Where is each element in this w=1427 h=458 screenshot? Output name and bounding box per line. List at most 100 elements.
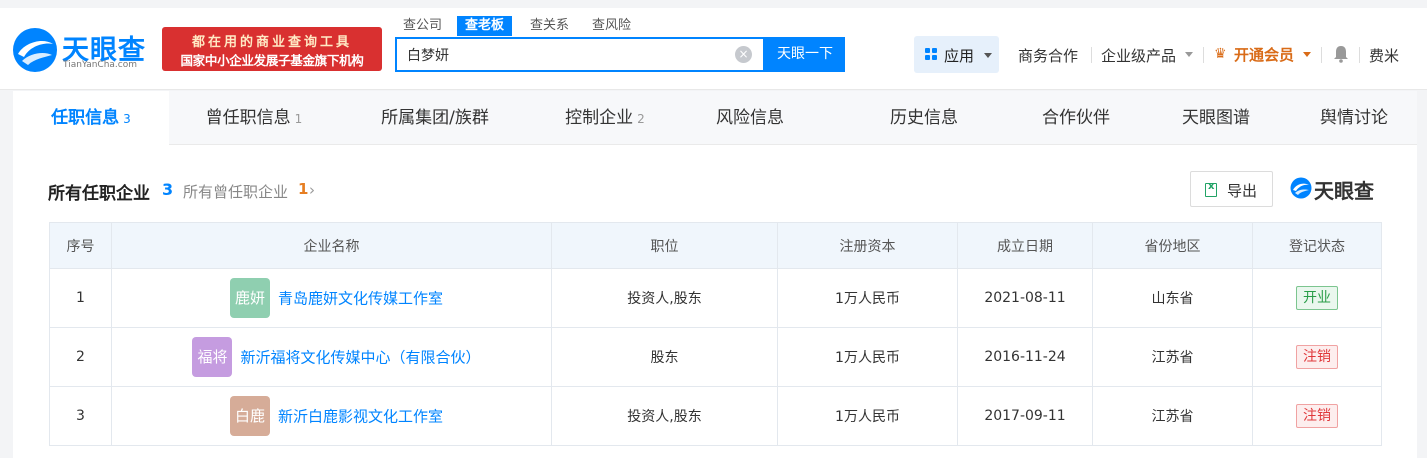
company-cell: 福将 新沂福将文化传媒中心（有限合伙） [111, 327, 552, 387]
tab-label: 合作伙伴 [1042, 108, 1110, 128]
site-logo[interactable]: 天眼查 TianYanCha.com [12, 27, 157, 73]
tab-controlled[interactable]: 控制企业 2 [525, 91, 685, 145]
logo-eye-icon [13, 28, 57, 72]
col-header-region: 省份地区 [1092, 222, 1253, 269]
position-cell: 投资人,股东 [551, 386, 778, 446]
section-count: 3 [162, 180, 174, 199]
profile-tabs: 任职信息 3 曾任职信息 1 所属集团/族群 控制企业 2 风险信息 历史信息 合作伙… [13, 91, 1417, 145]
tab-label: 所属集团/族群 [381, 108, 489, 128]
tab-label: 任职信息 [51, 108, 120, 128]
search-input[interactable] [397, 39, 727, 70]
company-cell: 白鹿 新沂白鹿影视文化工作室 [111, 386, 552, 446]
export-button[interactable]: 导出 [1190, 171, 1273, 207]
chevron-down-icon [1185, 52, 1193, 57]
tab-count: 2 [637, 112, 645, 126]
chevron-down-icon [1303, 52, 1311, 57]
nav-divider [1203, 47, 1204, 63]
status-cell: 开业 [1252, 268, 1382, 328]
crown-icon: ♛ [1214, 46, 1227, 62]
status-badge: 注销 [1296, 345, 1338, 369]
status-cell: 注销 [1252, 386, 1382, 446]
main-panel: 任职信息 3 曾任职信息 1 所属集团/族群 控制企业 2 风险信息 历史信息 合作伙… [13, 91, 1417, 458]
region-cell: 江苏省 [1092, 386, 1253, 446]
clear-icon[interactable]: × [735, 46, 752, 63]
table-row: 3 白鹿 新沂白鹿影视文化工作室 投资人,股东 1万人民币 2017-09-11 … [49, 386, 1382, 446]
excel-icon [1205, 181, 1217, 197]
tab-past-positions[interactable]: 曾任职信息 1 [169, 91, 339, 145]
positions-table: 序号 企业名称 职位 注册资本 成立日期 省份地区 登记状态 1 鹿妍 青岛鹿妍文… [49, 222, 1382, 446]
nav-vip[interactable]: 开通会员 [1234, 44, 1294, 65]
region-cell: 江苏省 [1092, 327, 1253, 387]
logo-domain: TianYanCha.com [63, 60, 138, 70]
tab-graph[interactable]: 天眼图谱 [1153, 91, 1279, 145]
tab-count: 3 [123, 112, 131, 126]
tab-count: 1 [294, 112, 303, 126]
col-header-status: 登记状态 [1252, 222, 1382, 269]
search-tab-risk[interactable]: 查风险 [584, 16, 639, 36]
banner-line-1: 都在用的商业查询工具 [191, 35, 352, 50]
date-cell: 2017-09-11 [957, 386, 1093, 446]
watermark-logo: 天眼查 [1290, 175, 1390, 203]
tab-partners[interactable]: 合作伙伴 [1013, 91, 1139, 145]
company-cell: 鹿妍 青岛鹿妍文化传媒工作室 [111, 268, 552, 328]
logo-eye-icon [1290, 177, 1312, 199]
nav-enterprise[interactable]: 企业级产品 [1101, 45, 1176, 66]
chevron-right-icon[interactable]: › [309, 181, 315, 199]
search-button[interactable]: 天眼一下 [765, 37, 845, 72]
search-tab-boss[interactable]: 查老板 [457, 16, 513, 36]
nav-divider [1359, 47, 1360, 63]
tab-label: 舆情讨论 [1320, 108, 1388, 128]
user-name[interactable]: 费米 [1369, 45, 1399, 66]
col-header-company: 企业名称 [111, 222, 552, 269]
past-companies-count[interactable]: 1 [298, 180, 308, 198]
table-row: 1 鹿妍 青岛鹿妍文化传媒工作室 投资人,股东 1万人民币 2021-08-11 … [49, 268, 1382, 328]
apps-grid-icon [925, 48, 938, 61]
search-tab-relation[interactable]: 查关系 [522, 16, 577, 36]
chevron-down-icon [984, 53, 992, 58]
capital-cell: 1万人民币 [777, 268, 958, 328]
promo-banner[interactable]: 都在用的商业查询工具 国家中小企业发展子基金旗下机构 [162, 27, 382, 71]
company-avatar[interactable]: 福将 [192, 337, 233, 377]
tab-history[interactable]: 历史信息 [859, 91, 989, 145]
company-link[interactable]: 新沂白鹿影视文化工作室 [278, 408, 443, 426]
col-header-position: 职位 [551, 222, 778, 269]
status-badge: 开业 [1296, 286, 1338, 310]
col-header-date: 成立日期 [957, 222, 1093, 269]
nav-business[interactable]: 商务合作 [1018, 45, 1078, 66]
tab-label: 历史信息 [890, 108, 958, 128]
row-number: 1 [49, 268, 112, 328]
row-number: 3 [49, 386, 112, 446]
tab-label: 曾任职信息 [205, 108, 291, 128]
tab-positions[interactable]: 任职信息 3 [13, 91, 169, 145]
apps-label: 应用 [944, 47, 975, 65]
watermark-text: 天眼查 [1314, 179, 1374, 203]
company-link[interactable]: 青岛鹿妍文化传媒工作室 [278, 290, 443, 308]
export-label: 导出 [1227, 182, 1258, 200]
tab-sentiment[interactable]: 舆情讨论 [1291, 91, 1417, 145]
tab-risk[interactable]: 风险信息 [685, 91, 815, 145]
tab-label: 控制企业 [565, 108, 634, 128]
status-cell: 注销 [1252, 327, 1382, 387]
col-header-capital: 注册资本 [777, 222, 958, 269]
tab-label: 风险信息 [716, 108, 784, 128]
search-box: × [395, 37, 765, 72]
nav-divider [1321, 47, 1322, 63]
capital-cell: 1万人民币 [777, 327, 958, 387]
status-badge: 注销 [1296, 404, 1338, 428]
capital-cell: 1万人民币 [777, 386, 958, 446]
search-tab-company[interactable]: 查公司 [395, 16, 450, 36]
tab-group[interactable]: 所属集团/族群 [349, 91, 521, 145]
company-link[interactable]: 新沂福将文化传媒中心（有限合伙） [240, 349, 480, 367]
past-companies-link[interactable]: 所有曾任职企业 [183, 181, 288, 202]
position-cell: 投资人,股东 [551, 268, 778, 328]
banner-line-2: 国家中小企业发展子基金旗下机构 [180, 53, 364, 68]
bell-icon[interactable] [1333, 45, 1349, 63]
apps-menu-button[interactable]: 应用 [914, 36, 999, 73]
company-avatar[interactable]: 白鹿 [229, 396, 270, 436]
date-cell: 2021-08-11 [957, 268, 1093, 328]
company-avatar[interactable]: 鹿妍 [229, 278, 270, 318]
position-cell: 股东 [551, 327, 778, 387]
top-strip [0, 0, 1427, 8]
date-cell: 2016-11-24 [957, 327, 1093, 387]
table-header-row: 序号 企业名称 职位 注册资本 成立日期 省份地区 登记状态 [49, 222, 1382, 269]
